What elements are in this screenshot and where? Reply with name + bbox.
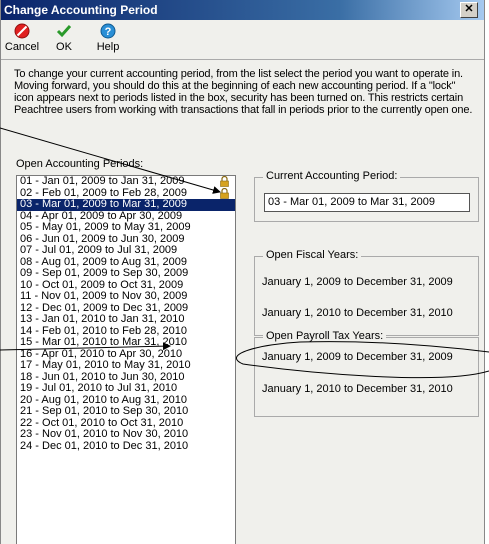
payroll-highlight-ellipse [235, 341, 489, 379]
payroll-callout-arrow [0, 342, 171, 351]
lock-callout-arrow [0, 127, 221, 194]
callout-annotations [0, 127, 489, 379]
